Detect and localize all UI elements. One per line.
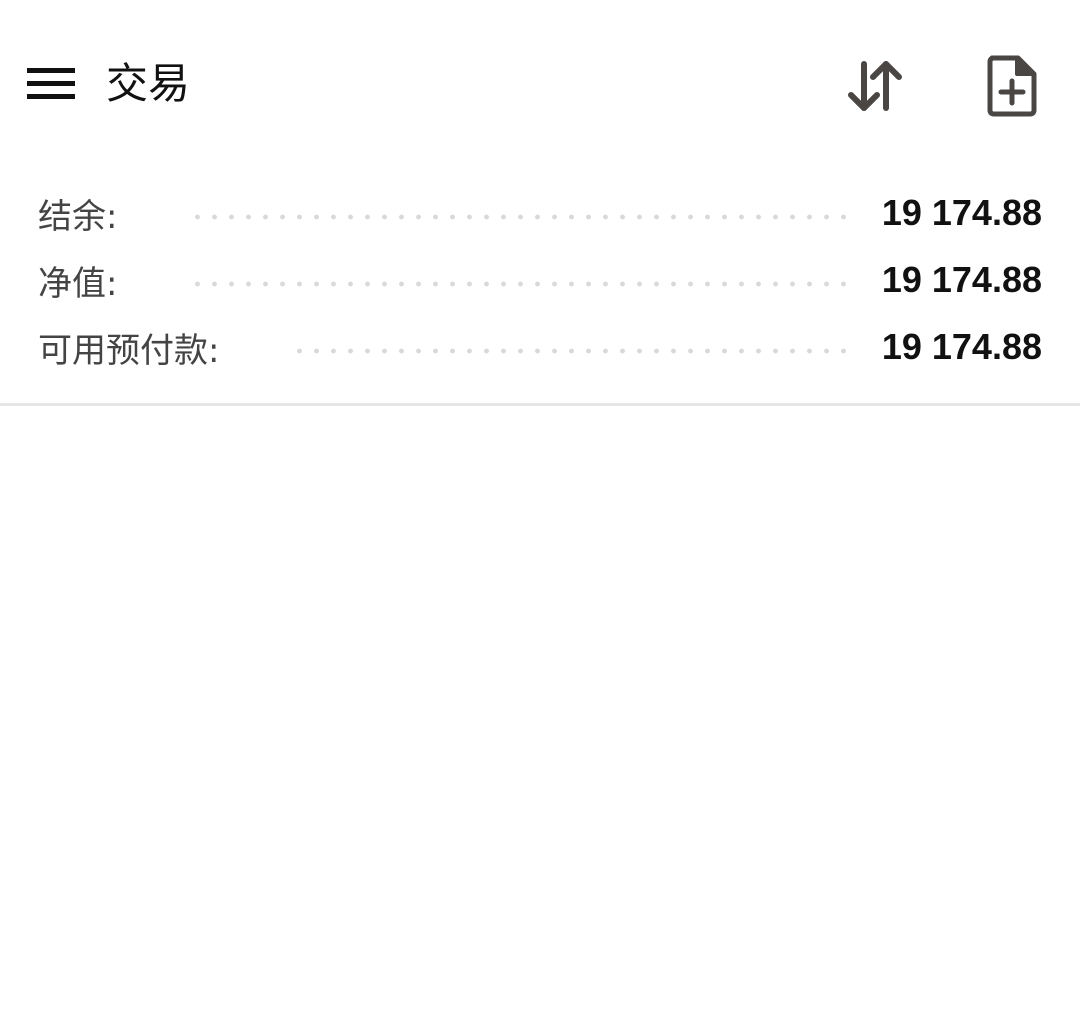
dotted-leader: [189, 214, 846, 220]
free-margin-label: 可用预付款:: [38, 330, 220, 371]
sort-button[interactable]: [838, 48, 914, 124]
account-summary: 结余: 19 174.88 净值: 19 174.88 可用预付款: 19 17…: [0, 175, 1080, 403]
balance-row: 结余: 19 174.88: [38, 183, 1042, 243]
balance-label: 结余:: [38, 196, 118, 237]
free-margin-value: 19 174.88: [881, 326, 1042, 367]
dotted-leader: [291, 348, 846, 354]
hamburger-menu-icon: [27, 68, 75, 99]
equity-row: 净值: 19 174.88: [38, 250, 1042, 310]
app-bar: 交易: [0, 0, 1080, 170]
sort-arrows-icon: [848, 61, 902, 111]
document-plus-icon: [987, 55, 1037, 117]
free-margin-row: 可用预付款: 19 174.88: [38, 317, 1042, 377]
new-order-button[interactable]: [974, 48, 1050, 124]
dotted-leader: [189, 281, 846, 287]
equity-label: 净值:: [38, 263, 118, 304]
page-title: 交易: [106, 59, 191, 108]
menu-button[interactable]: [20, 54, 84, 114]
equity-value: 19 174.88: [881, 259, 1042, 300]
balance-value: 19 174.88: [881, 192, 1042, 233]
section-divider: [0, 403, 1080, 406]
